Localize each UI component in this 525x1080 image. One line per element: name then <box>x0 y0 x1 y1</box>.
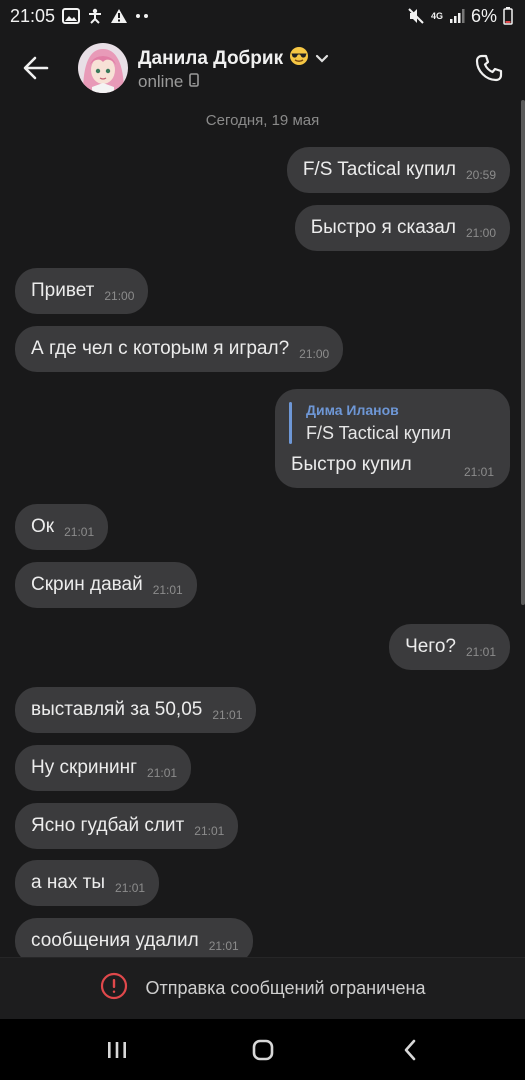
message-bubble-outgoing[interactable]: F/S Tactical купил 20:59 <box>286 147 510 193</box>
message-bubble-outgoing[interactable]: Чего? 21:01 <box>389 624 510 670</box>
recent-apps-icon <box>108 1042 126 1058</box>
status-time: 21:05 <box>10 5 56 26</box>
message-time: 21:01 <box>212 708 243 722</box>
contact-status: online <box>138 72 200 92</box>
reply-quote: F/S Tactical купил <box>306 423 452 443</box>
alert-circle-icon <box>100 972 128 1005</box>
signal-icon <box>449 8 465 24</box>
message-text: сообщения удалил <box>31 930 199 951</box>
message-bubble-incoming[interactable]: А где чел с которым я играл? 21:00 <box>15 326 344 372</box>
avatar[interactable] <box>78 43 128 93</box>
message-text: А где чел с которым я играл? <box>31 338 290 359</box>
arrow-left-icon <box>23 56 49 80</box>
call-button[interactable] <box>469 48 509 88</box>
accessibility-icon <box>87 8 103 24</box>
message-bubble-incoming[interactable]: Ну скрининг 21:01 <box>15 745 192 791</box>
messaging-restricted-bar: Отправка сообщений ограничена <box>0 957 525 1019</box>
date-separator: Сегодня, 19 мая <box>205 112 320 129</box>
message-bubble-incoming[interactable]: Привет 21:00 <box>15 268 149 314</box>
restriction-text: Отправка сообщений ограничена <box>145 978 426 998</box>
gallery-icon <box>62 8 81 24</box>
message-time: 21:00 <box>104 289 135 303</box>
contact-name-text: Данила Добрик <box>138 48 284 69</box>
message-bubble-incoming[interactable]: выставляй за 50,05 21:01 <box>15 687 257 733</box>
back-nav-button[interactable] <box>390 1033 430 1067</box>
navigation-bar <box>0 1019 525 1080</box>
home-icon <box>252 1039 274 1061</box>
mute-icon <box>407 7 425 25</box>
message-bubble-incoming[interactable]: Ок 21:01 <box>15 504 109 550</box>
message-bubble-incoming[interactable]: Ясно гудбай слит 21:01 <box>15 803 239 849</box>
recent-apps-button[interactable] <box>97 1033 137 1067</box>
message-bubble-reply[interactable]: Дима Иланов F/S Tactical купил Быстро ку… <box>275 389 510 488</box>
message-text: Скрин давай <box>31 574 143 595</box>
message-bubble-outgoing[interactable]: Быстро я сказал 21:00 <box>294 205 510 251</box>
scroll-indicator[interactable] <box>521 100 525 605</box>
reply-author: Дима Иланов <box>306 402 399 418</box>
message-text: выставляй за 50,05 <box>31 699 203 720</box>
network-type: 4G <box>430 10 443 21</box>
message-text: Быстро я сказал <box>310 217 456 238</box>
message-text: F/S Tactical купил <box>302 159 456 180</box>
more-notifications-icon <box>135 13 149 19</box>
status-bar: 21:05 4G 6% <box>0 0 525 32</box>
battery-level: 6% <box>470 5 497 26</box>
sunglasses-emoji-icon <box>289 46 309 72</box>
message-time: 21:01 <box>208 939 239 953</box>
warning-icon <box>110 8 128 24</box>
message-bubble-incoming[interactable]: а нах ты 21:01 <box>15 860 160 906</box>
message-time: 21:01 <box>463 465 494 479</box>
message-time: 21:01 <box>64 525 95 539</box>
message-time: 21:01 <box>147 766 178 780</box>
phone-icon <box>475 54 503 82</box>
battery-icon <box>503 7 513 25</box>
chat-header: Данила Добрик online <box>0 32 525 104</box>
message-time: 21:00 <box>465 226 496 240</box>
chevron-down-icon[interactable] <box>315 48 329 70</box>
message-text: Ясно гудбай слит <box>31 815 185 836</box>
message-time: 21:00 <box>299 347 330 361</box>
contact-name[interactable]: Данила Добрик <box>138 46 329 72</box>
message-text: Ок <box>31 516 55 537</box>
message-time: 21:01 <box>465 645 496 659</box>
status-text: online <box>138 72 184 91</box>
message-text: Чего? <box>405 636 456 657</box>
message-bubble-incoming[interactable]: Скрин давай 21:01 <box>15 562 197 608</box>
message-time: 21:01 <box>152 583 183 597</box>
message-text: Привет <box>31 280 95 301</box>
chevron-left-icon <box>404 1039 416 1061</box>
message-text: Быстро купил <box>291 454 412 475</box>
message-time: 20:59 <box>465 168 496 182</box>
home-button[interactable] <box>243 1033 283 1067</box>
reply-accent-bar <box>289 402 292 444</box>
mobile-device-icon <box>189 72 200 92</box>
message-time: 21:01 <box>115 881 146 895</box>
message-text: Ну скрининг <box>31 757 138 778</box>
message-text: а нах ты <box>31 872 106 893</box>
message-time: 21:01 <box>194 824 225 838</box>
back-button[interactable] <box>18 50 54 86</box>
